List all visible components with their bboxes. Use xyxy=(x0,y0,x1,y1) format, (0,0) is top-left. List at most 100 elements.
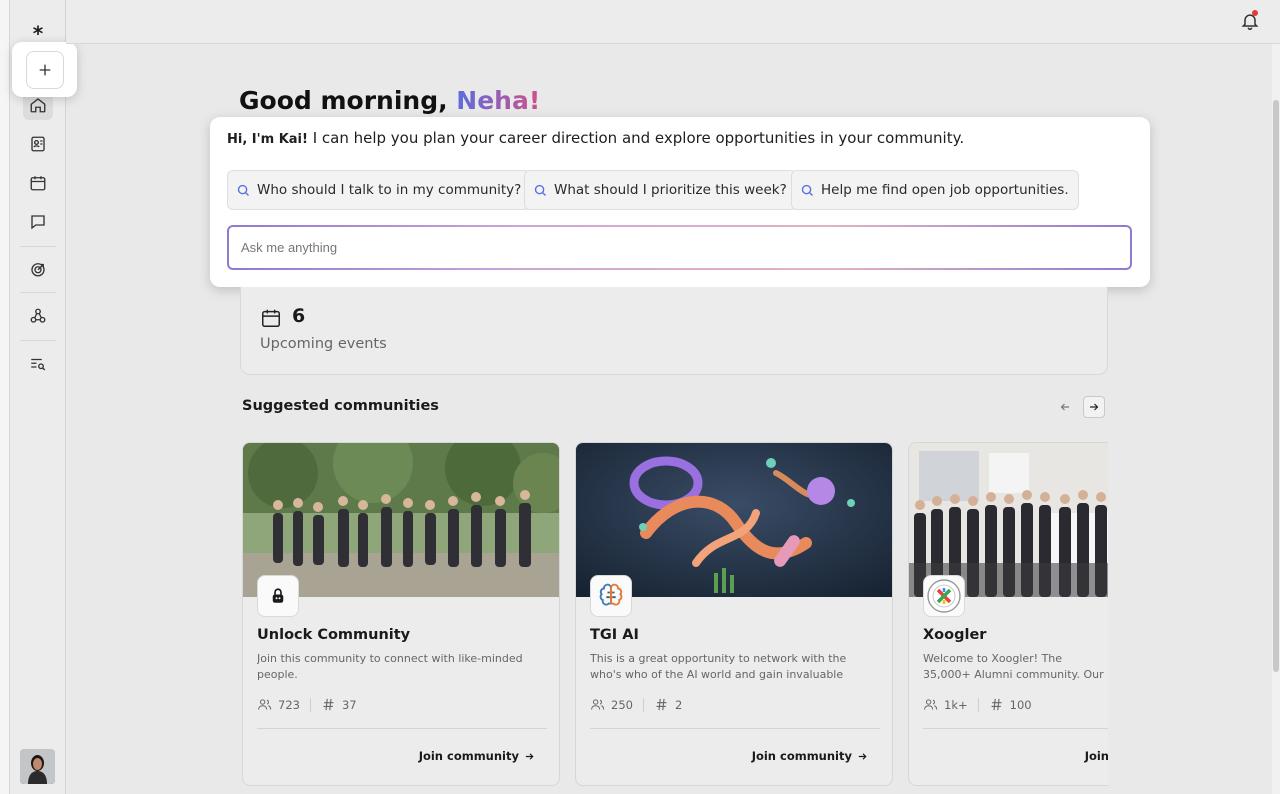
kai-intro-text: Hi, I'm Kai! I can help you plan your ca… xyxy=(227,129,964,147)
suggested-communities-title: Suggested communities xyxy=(242,398,439,414)
calendar-icon xyxy=(262,309,280,327)
xoogler-badge-icon xyxy=(927,579,961,613)
community-stats: 1k+ 100 xyxy=(923,697,1032,712)
calendar-icon xyxy=(30,176,46,191)
community-cover-image xyxy=(909,443,1108,597)
community-name: Unlock Community xyxy=(257,627,411,643)
community-channel-count: 2 xyxy=(674,697,683,712)
create-button[interactable] xyxy=(25,50,64,89)
kai-assistant-card: Hi, I'm Kai! I can help you plan your ca… xyxy=(210,117,1150,287)
create-popover xyxy=(12,42,77,97)
profile-card-icon xyxy=(31,136,45,152)
suggestion-chip[interactable]: Who should I talk to in my community? xyxy=(227,170,532,210)
join-community-label: Join community xyxy=(1084,749,1108,763)
community-channel-count: 100 xyxy=(1009,697,1032,712)
plus-icon xyxy=(39,64,50,75)
carousel-next-button[interactable] xyxy=(1083,396,1105,418)
user-avatar[interactable] xyxy=(20,749,55,784)
community-member-count: 250 xyxy=(611,697,633,712)
card-divider xyxy=(923,728,1108,729)
chat-bubble-icon xyxy=(31,215,45,230)
join-community-label: Join community xyxy=(751,749,852,763)
notification-badge xyxy=(1252,10,1258,16)
community-logo xyxy=(257,575,299,617)
community-description: This is a great opportunity to network w… xyxy=(590,652,847,681)
join-community-button[interactable]: Join community xyxy=(752,749,868,763)
avatar-photo-icon xyxy=(20,749,55,784)
sidebar: ⁎ xyxy=(10,0,66,794)
window-edge xyxy=(0,0,10,794)
page-scrollbar[interactable] xyxy=(1272,44,1280,794)
hash-icon xyxy=(656,698,667,711)
community-card[interactable]: Xoogler Welcome to Xoogler! The 35,000+ … xyxy=(908,442,1108,786)
arrow-right-icon xyxy=(525,752,534,760)
home-icon xyxy=(30,98,46,113)
stats-divider xyxy=(977,697,979,712)
search-icon xyxy=(534,184,546,196)
suggestion-chip[interactable]: What should I prioritize this week? xyxy=(524,170,797,210)
upcoming-events-count: 6 xyxy=(292,305,306,327)
list-search-icon xyxy=(31,358,46,371)
card-divider xyxy=(590,728,880,729)
search-icon xyxy=(237,184,249,196)
community-channel-count: 37 xyxy=(341,697,357,712)
sidebar-item-search-list[interactable] xyxy=(23,349,53,379)
join-community-button[interactable]: Join community xyxy=(1085,749,1108,763)
scrollbar-thumb[interactable] xyxy=(1273,100,1279,672)
community-member-count: 723 xyxy=(278,697,300,712)
community-description: Join this community to connect with like… xyxy=(257,652,523,681)
greeting-prefix: Good morning, xyxy=(239,86,457,115)
sidebar-divider xyxy=(20,340,56,341)
join-community-button[interactable]: Join community xyxy=(419,749,535,763)
members-icon xyxy=(258,699,272,710)
top-bar xyxy=(66,0,1280,44)
suggestion-chip-label: Help me find open job opportunities. xyxy=(821,182,1069,198)
suggestion-chip-label: What should I prioritize this week? xyxy=(554,182,787,198)
members-icon xyxy=(924,699,938,710)
community-logo xyxy=(590,575,632,617)
arrow-right-icon xyxy=(1090,403,1099,411)
community-card[interactable]: TGI AI This is a great opportunity to ne… xyxy=(575,442,893,786)
community-name: TGI AI xyxy=(590,627,639,643)
page-greeting: Good morning, Neha! xyxy=(239,86,540,115)
community-card[interactable]: Unlock Community Join this community to … xyxy=(242,442,560,786)
carousel-prev-button[interactable] xyxy=(1054,396,1076,418)
lock-character-icon xyxy=(272,588,284,603)
kai-intro-rest: I can help you plan your career directio… xyxy=(307,129,965,147)
community-logo xyxy=(923,575,965,617)
brain-icon xyxy=(599,583,623,606)
community-stats: 723 37 xyxy=(257,697,357,712)
suggestion-chip[interactable]: Help me find open job opportunities. xyxy=(791,170,1079,210)
arrow-left-icon xyxy=(1060,403,1069,411)
hash-icon xyxy=(991,698,1002,711)
community-member-count: 1k+ xyxy=(944,697,968,712)
sidebar-item-profile[interactable] xyxy=(23,129,53,159)
sidebar-divider xyxy=(20,246,56,247)
community-stats: 250 2 xyxy=(590,697,682,712)
community-name: Xoogler xyxy=(923,627,987,643)
hash-icon xyxy=(323,698,334,711)
kai-intro-bold: Hi, I'm Kai! xyxy=(227,132,308,147)
greeting-user-name: Neha! xyxy=(456,86,541,115)
suggestion-chip-label: Who should I talk to in my community? xyxy=(257,182,522,198)
communities-carousel: Unlock Community Join this community to … xyxy=(242,442,1108,788)
sidebar-item-integrations[interactable] xyxy=(23,301,53,331)
stats-divider xyxy=(642,697,644,712)
app-logo[interactable]: ⁎ xyxy=(27,16,49,40)
sidebar-divider xyxy=(20,292,56,293)
target-icon xyxy=(31,263,45,277)
join-community-label: Join community xyxy=(418,749,519,763)
community-cover-image xyxy=(243,443,559,597)
search-icon xyxy=(801,184,813,196)
sidebar-item-messages[interactable] xyxy=(23,207,53,237)
sidebar-item-calendar[interactable] xyxy=(23,168,53,198)
webhook-icon xyxy=(30,308,46,323)
community-cover-image xyxy=(576,443,892,597)
upcoming-events-card[interactable]: 6 Upcoming events xyxy=(240,287,1108,375)
ask-kai-input[interactable] xyxy=(227,225,1132,270)
upcoming-events-label: Upcoming events xyxy=(260,336,387,352)
sidebar-item-goals[interactable] xyxy=(23,254,53,284)
stats-divider xyxy=(309,697,311,712)
card-divider xyxy=(257,728,547,729)
members-icon xyxy=(591,699,605,710)
